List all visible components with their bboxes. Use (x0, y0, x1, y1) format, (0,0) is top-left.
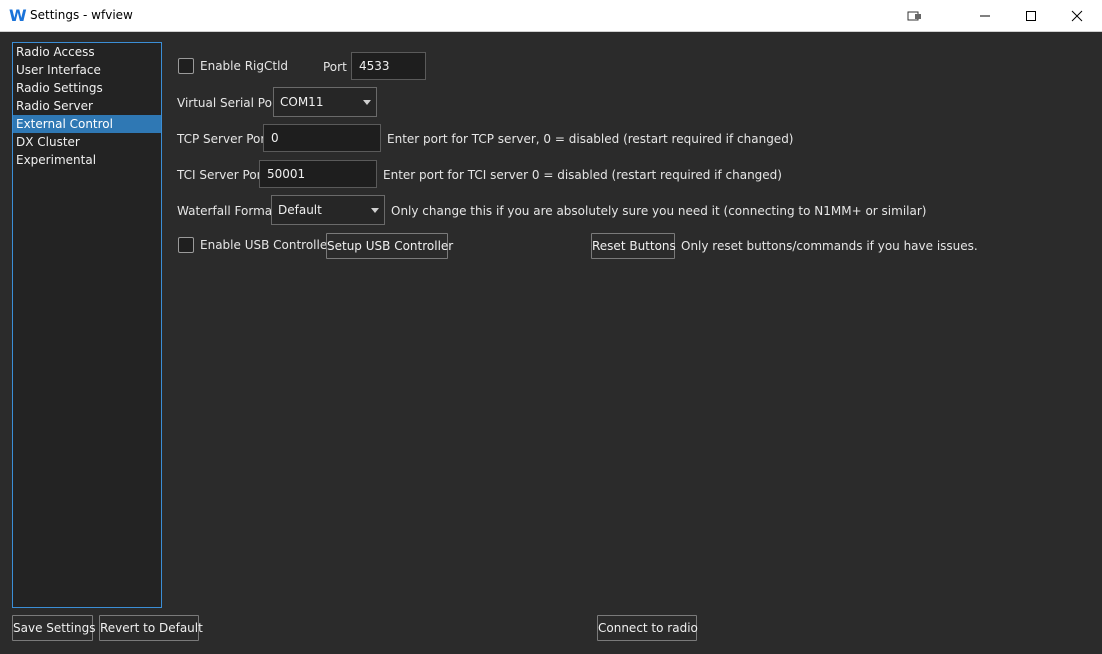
virtual-serial-port-value: COM11 (280, 95, 324, 109)
tci-server-port-hint: Enter port for TCI server 0 = disabled (… (383, 168, 782, 182)
connect-to-radio-button[interactable]: Connect to radio (597, 615, 698, 641)
window-title: Settings - wfview (30, 8, 133, 22)
sidebar-item-user-interface[interactable]: User Interface (13, 61, 161, 79)
sidebar-item-dx-cluster[interactable]: DX Cluster (13, 133, 161, 151)
settings-category-list[interactable]: Radio Access User Interface Radio Settin… (12, 42, 162, 608)
revert-to-default-button[interactable]: Revert to Default (99, 615, 203, 641)
sidebar-item-external-control[interactable]: External Control (13, 115, 161, 133)
enable-rigctld-checkbox[interactable] (178, 58, 194, 74)
app-logo-icon: W (9, 6, 27, 25)
tci-server-port-input[interactable]: 50001 (259, 160, 377, 188)
minimize-button[interactable] (962, 0, 1008, 31)
maximize-button[interactable] (1008, 0, 1054, 31)
sidebar-item-radio-access[interactable]: Radio Access (13, 43, 161, 61)
setup-usb-controller-button[interactable]: Setup USB Controller (326, 233, 453, 259)
waterfall-format-label: Waterfall Format (177, 204, 277, 218)
sidebar-item-radio-settings[interactable]: Radio Settings (13, 79, 161, 97)
rigctld-port-input[interactable]: 4533 (351, 52, 426, 80)
minimize-icon (980, 15, 990, 16)
waterfall-format-hint: Only change this if you are absolutely s… (391, 204, 927, 218)
chevron-down-icon (371, 208, 379, 213)
waterfall-format-select[interactable]: Default (271, 195, 385, 225)
window-snap-icon[interactable] (892, 0, 938, 31)
title-bar: W Settings - wfview (0, 0, 1102, 32)
enable-rigctld-label: Enable RigCtld (200, 59, 289, 73)
reset-buttons-button[interactable]: Reset Buttons (591, 233, 676, 259)
tcp-server-port-hint: Enter port for TCP server, 0 = disabled … (387, 132, 794, 146)
tcp-server-port-input[interactable]: 0 (263, 124, 381, 152)
close-button[interactable] (1054, 0, 1100, 31)
chevron-down-icon (363, 100, 371, 105)
rigctld-port-label: Port (323, 60, 347, 74)
sidebar-item-experimental[interactable]: Experimental (13, 151, 161, 169)
maximize-icon (1026, 10, 1036, 21)
save-settings-button[interactable]: Save Settings (12, 615, 96, 641)
virtual-serial-port-select[interactable]: COM11 (273, 87, 377, 117)
waterfall-format-value: Default (278, 203, 322, 217)
close-icon (1071, 10, 1083, 21)
tci-server-port-label: TCI Server Port (177, 168, 267, 182)
sidebar-item-radio-server[interactable]: Radio Server (13, 97, 161, 115)
virtual-serial-port-label: Virtual Serial Port (177, 96, 282, 110)
enable-usb-controllers-checkbox[interactable] (178, 237, 194, 253)
reset-buttons-hint: Only reset buttons/commands if you have … (681, 239, 978, 253)
enable-usb-controllers-label: Enable USB Controllers (200, 238, 339, 252)
tcp-server-port-label: TCP Server Port (177, 132, 271, 146)
